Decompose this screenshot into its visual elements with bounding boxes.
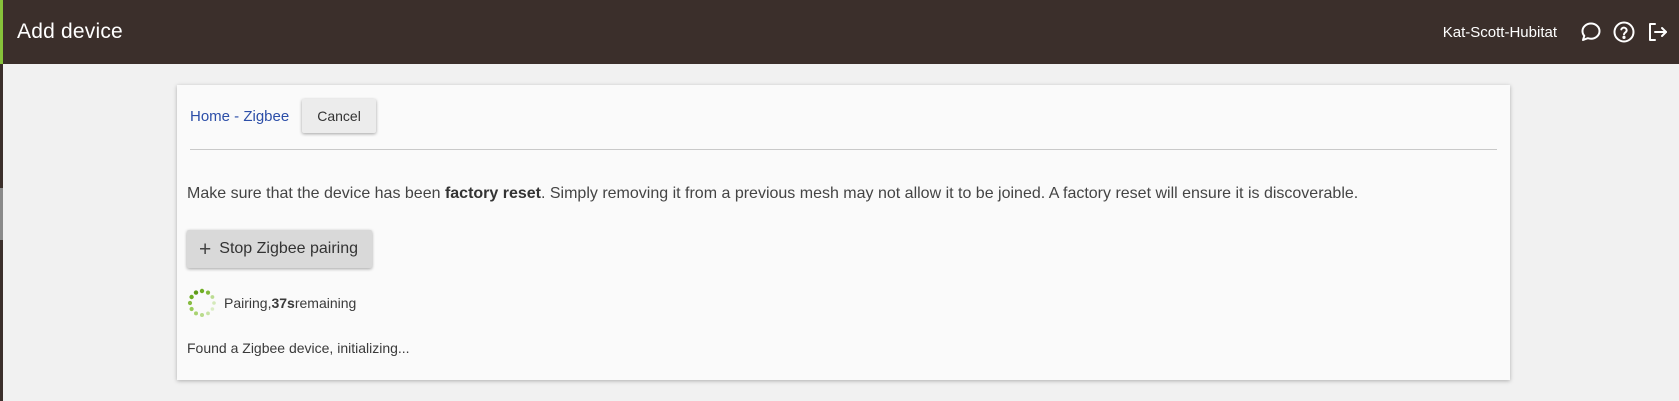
divider: [190, 149, 1497, 150]
page-title: Add device: [17, 20, 123, 43]
accent-bar: [0, 0, 3, 64]
factory-reset-instructions: Make sure that the device has been facto…: [187, 185, 1358, 203]
add-device-card: Home - Zigbee Cancel Make sure that the …: [177, 85, 1510, 380]
top-bar: Add device Kat-Scott-Hubitat: [0, 0, 1679, 64]
instructions-text: Make sure that the device has been: [187, 185, 445, 202]
pairing-prefix: Pairing,: [224, 295, 272, 311]
hub-name[interactable]: Kat-Scott-Hubitat: [1443, 24, 1557, 41]
cancel-button[interactable]: Cancel: [302, 99, 376, 133]
instructions-text-rest: . Simply removing it from a previous mes…: [540, 185, 1359, 202]
card-header: Home - Zigbee Cancel: [190, 99, 376, 133]
pairing-time-remaining: 37s: [271, 295, 295, 311]
pairing-suffix: remaining: [294, 295, 357, 311]
pairing-status: Pairing, 37s remaining: [187, 288, 356, 318]
instructions-bold: factory reset: [444, 185, 541, 202]
logout-icon[interactable]: [1644, 19, 1670, 45]
help-icon[interactable]: [1611, 19, 1637, 45]
stop-button-label: Stop Zigbee pairing: [219, 240, 359, 257]
chat-icon[interactable]: [1578, 19, 1604, 45]
top-right-controls: Kat-Scott-Hubitat: [1443, 0, 1670, 64]
spinner-icon: [187, 288, 216, 317]
left-rail: [0, 64, 3, 401]
left-rail-indicator: [0, 188, 3, 240]
device-found-status: Found a Zigbee device, initializing...: [187, 340, 410, 356]
breadcrumb[interactable]: Home - Zigbee: [190, 108, 289, 125]
stop-zigbee-pairing-button[interactable]: + Stop Zigbee pairing: [187, 230, 373, 268]
plus-icon: +: [199, 237, 212, 261]
